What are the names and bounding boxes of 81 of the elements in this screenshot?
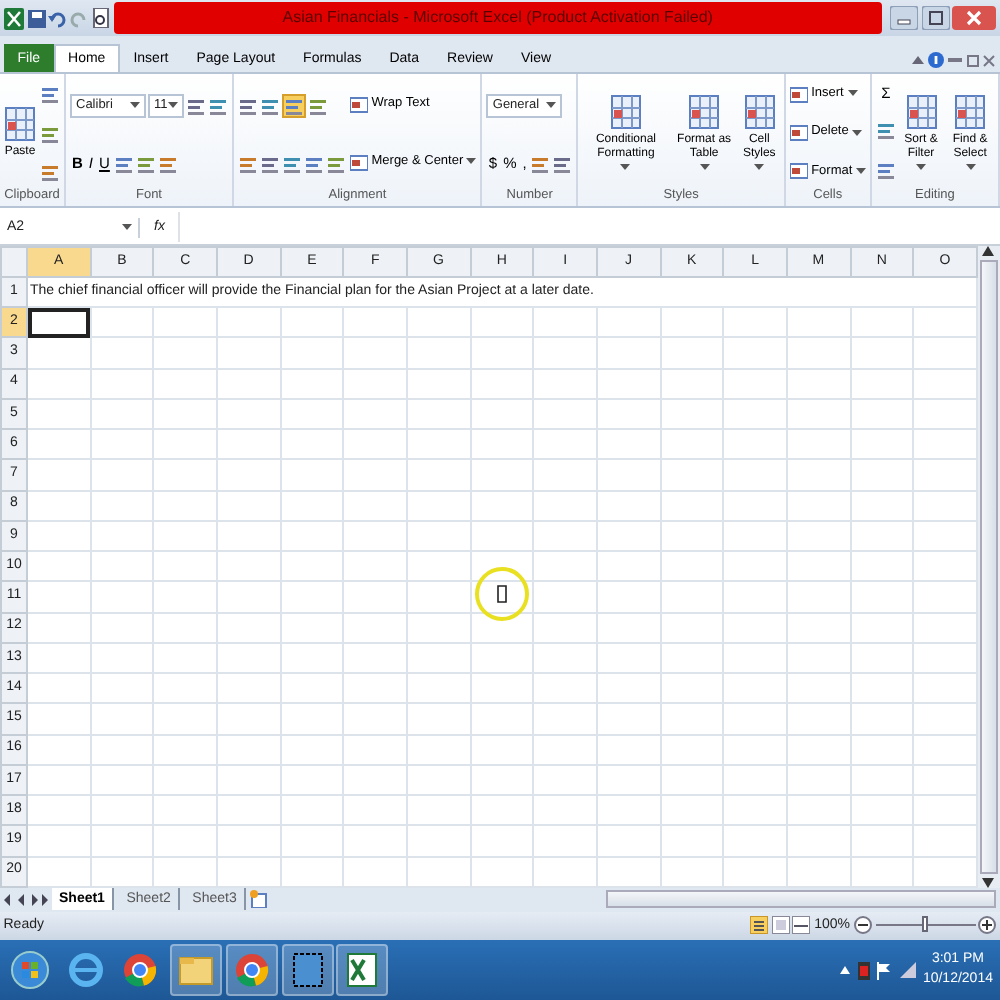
zoom-slider-thumb[interactable]: [921, 916, 927, 933]
normal-view-icon[interactable]: [749, 916, 768, 935]
command-icon: [789, 85, 808, 104]
command-icon: [789, 162, 808, 181]
command-icon: [905, 93, 937, 130]
save-icon[interactable]: [27, 9, 45, 27]
caret-icon: [754, 164, 765, 173]
chrome-icon[interactable]: [231, 950, 272, 991]
tool-icon[interactable]: [260, 153, 280, 173]
flag-icon[interactable]: [876, 961, 893, 980]
sheet-navigation-icon[interactable]: [3, 893, 48, 906]
tool-icon[interactable]: [875, 120, 896, 141]
tool-icon[interactable]: [552, 153, 573, 173]
tool-icon[interactable]: [326, 153, 346, 173]
chrome-icon[interactable]: [120, 950, 161, 991]
command-icon: [350, 153, 368, 171]
caret-icon: [130, 101, 140, 110]
tool-icon[interactable]: [282, 153, 302, 173]
restore-icon[interactable]: [965, 53, 979, 68]
command-icon: [4, 106, 36, 143]
tool-icon[interactable]: [308, 95, 328, 116]
show-hidden-icons-icon[interactable]: [840, 966, 851, 975]
close-icon[interactable]: [982, 53, 997, 68]
tool-icon[interactable]: [260, 95, 280, 116]
caret-icon: [546, 101, 557, 110]
command-icon: [688, 93, 721, 130]
close-icon[interactable]: [952, 6, 997, 30]
undo-icon[interactable]: [48, 9, 67, 27]
help-icon[interactable]: [928, 52, 944, 69]
zoom-in-icon[interactable]: [978, 916, 997, 935]
command-icon: [609, 93, 642, 130]
tool-icon[interactable]: [40, 84, 60, 105]
command-icon: [954, 93, 987, 130]
caret-icon: [855, 167, 866, 176]
network-icon[interactable]: [899, 962, 916, 979]
cursor-highlight-icon: [474, 566, 530, 622]
tool-icon[interactable]: [157, 153, 178, 173]
print-preview-icon[interactable]: [91, 8, 110, 28]
caret-icon: [699, 164, 710, 173]
caret-icon: [965, 164, 976, 173]
zoom-out-icon[interactable]: [853, 916, 872, 935]
power-icon[interactable]: [857, 960, 870, 981]
tool-icon: [284, 95, 304, 116]
tool-button[interactable]: [282, 93, 306, 118]
page-layout-icon[interactable]: [771, 916, 790, 935]
page-break-icon[interactable]: [792, 916, 811, 935]
tool-icon[interactable]: [238, 95, 258, 116]
horizontal-scrollbar[interactable]: [606, 890, 997, 909]
caret-icon: [620, 164, 631, 173]
tool-icon[interactable]: [208, 95, 228, 116]
caret-icon: [916, 164, 926, 173]
window-title: Asian Financials - Microsoft Excel (Product Activation Failed): [282, 6, 713, 30]
browser-icon[interactable]: [65, 950, 105, 991]
tool-icon[interactable]: [135, 153, 156, 173]
restore-icon[interactable]: [921, 6, 949, 30]
caret-icon: [121, 223, 131, 232]
tool-icon[interactable]: [113, 153, 134, 173]
command-icon: [350, 95, 368, 114]
tool-icon[interactable]: [40, 161, 60, 182]
tool-icon[interactable]: [40, 123, 60, 144]
tool-icon[interactable]: [530, 153, 551, 173]
minimize-icon[interactable]: [889, 6, 918, 30]
tool-icon[interactable]: [186, 95, 206, 116]
new-sheet-icon[interactable]: [250, 890, 269, 909]
caret-icon: [168, 101, 178, 110]
active-cell[interactable]: [27, 307, 91, 338]
command-icon: [743, 93, 776, 130]
excel-icon[interactable]: [342, 950, 383, 991]
caret-icon: [847, 90, 858, 99]
excel-icon: [3, 7, 24, 29]
start-icon[interactable]: [9, 950, 50, 991]
tool-icon[interactable]: [238, 153, 258, 173]
snipping-icon[interactable]: [287, 950, 327, 991]
minimize-icon[interactable]: [947, 54, 962, 67]
caret-icon: [852, 129, 863, 138]
caret-icon: [466, 158, 477, 166]
collapse-ribbon-icon[interactable]: [912, 54, 925, 67]
command-icon: [789, 124, 808, 143]
vertical-scrollbar[interactable]: [977, 245, 1000, 888]
tool-icon[interactable]: [875, 160, 896, 181]
tool-icon[interactable]: [304, 153, 324, 173]
